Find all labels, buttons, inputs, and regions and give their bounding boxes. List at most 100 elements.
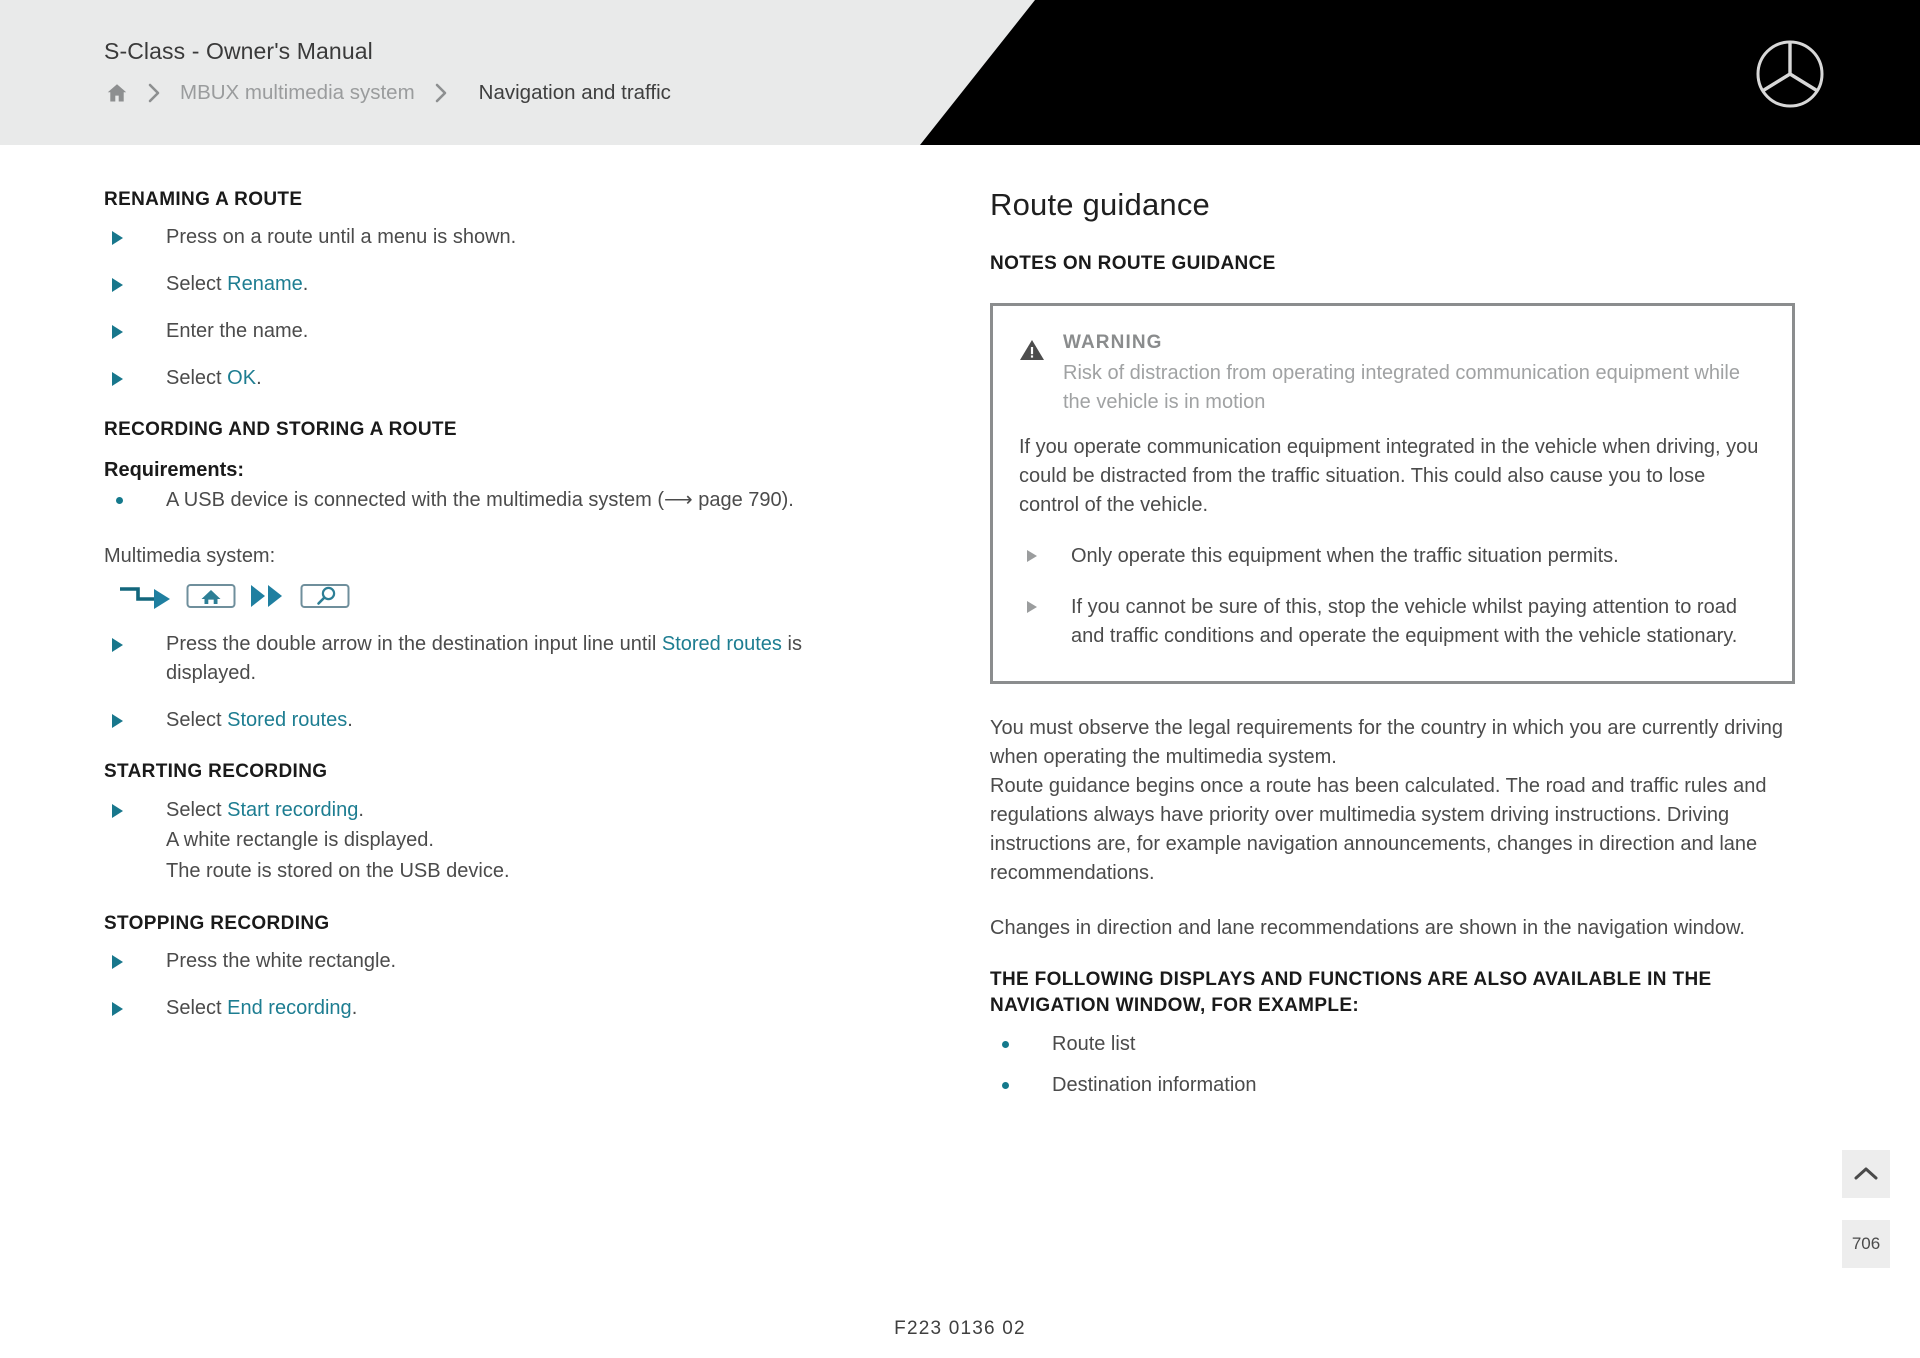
list-item: Route list — [990, 1030, 1795, 1059]
list-item: Destination information — [990, 1071, 1795, 1100]
triangle-bullet-icon — [1027, 550, 1037, 563]
page-content: RENAMING A ROUTE Press on a route until … — [0, 145, 1920, 1358]
warning-action-text: Only operate this equipment when the tra… — [1071, 545, 1619, 568]
triangle-bullet-icon — [112, 638, 123, 653]
dot-bullet-icon — [1002, 1081, 1009, 1089]
step-item: Press the double arrow in the destinatio… — [104, 630, 804, 688]
available-functions-list: Route list Destination information — [990, 1030, 1795, 1100]
stepped-arrow-icon — [118, 581, 174, 611]
heading-recording-and-storing: RECORDING AND STORING A ROUTE — [104, 419, 457, 441]
step-text: Press on a route until a menu is shown. — [166, 226, 517, 249]
icon-path-sequence — [104, 576, 804, 616]
home-icon[interactable] — [104, 80, 130, 106]
list-item-label: Destination information — [1052, 1073, 1257, 1096]
chevron-right-icon-2 — [417, 80, 465, 106]
heading-notes-on-route-guidance: NOTES ON ROUTE GUIDANCE — [990, 253, 1276, 274]
heading-stopping-recording: STOPPING RECORDING — [104, 912, 330, 934]
step-item: Select Rename. — [104, 270, 804, 299]
ui-reference-stored-routes[interactable]: Stored routes — [662, 633, 782, 655]
left-column: RENAMING A ROUTE Press on a route until … — [104, 187, 804, 1023]
step-text: Enter the name. — [166, 320, 309, 343]
ui-reference-stored-routes-2[interactable]: Stored routes — [227, 709, 347, 731]
dot-bullet-icon — [1002, 1040, 1009, 1048]
document-code: F223 0136 02 — [894, 1318, 1026, 1339]
requirements-label: Requirements: — [104, 459, 245, 482]
warning-label: WARNING — [1063, 332, 1163, 354]
steps-recording-storing: Press the double arrow in the destinatio… — [104, 630, 804, 735]
triangle-bullet-icon — [112, 954, 123, 969]
step-text: Select — [166, 367, 228, 390]
warning-action-item: If you cannot be sure of this, stop the … — [1019, 593, 1762, 651]
step-suffix: . — [347, 709, 353, 732]
steps-renaming-a-route: Press on a route until a menu is shown. … — [104, 223, 804, 393]
triangle-bullet-icon — [112, 231, 123, 246]
heading-following-displays: THE FOLLOWING DISPLAYS AND FUNCTIONS ARE… — [990, 969, 1712, 1017]
step-suffix: . — [256, 367, 262, 390]
step-text: Select — [166, 709, 228, 732]
ui-reference-start-recording[interactable]: Start recording — [227, 799, 358, 821]
step-text: Select — [166, 798, 228, 821]
steps-stopping-recording: Press the white rectangle. Select End re… — [104, 947, 804, 1023]
step-suffix: . — [302, 273, 309, 296]
multimedia-system-label: Multimedia system: — [104, 545, 276, 568]
warning-subtitle: Risk of distraction from operating integ… — [1063, 362, 1741, 414]
step-item: Press on a route until a menu is shown. — [104, 223, 804, 252]
step-item: Press the white rectangle. — [104, 947, 804, 976]
step-item: Select OK. — [104, 364, 804, 393]
breadcrumb-item-mbux[interactable]: MBUX multimedia system — [178, 81, 417, 105]
step-item: Enter the name. — [104, 317, 804, 346]
right-column: Route guidance NOTES ON ROUTE GUIDANCE W… — [990, 187, 1795, 1112]
requirement-text: A USB device is connected with the multi… — [166, 489, 794, 512]
warning-action-item: Only operate this equipment when the tra… — [1019, 542, 1762, 571]
mercedes-benz-star-logo — [1754, 38, 1826, 110]
home-in-frame-icon — [186, 581, 236, 611]
page-title: Route guidance — [990, 187, 1210, 222]
heading-renaming-a-route: RENAMING A ROUTE — [104, 189, 303, 210]
warning-action-text: If you cannot be sure of this, stop the … — [1071, 596, 1738, 648]
step-suffix: . — [358, 798, 364, 821]
result-line-1: A white rectangle is displayed. — [166, 828, 434, 851]
step-text: Press the white rectangle. — [166, 949, 397, 972]
scroll-to-top-button[interactable] — [1842, 1150, 1890, 1198]
triangle-bullet-icon — [112, 803, 123, 818]
step-text: Select — [166, 996, 228, 1019]
breadcrumb: MBUX multimedia system Navigation and tr… — [104, 80, 673, 106]
breadcrumb-item-current: Navigation and traffic — [478, 81, 671, 104]
ui-reference-rename[interactable]: Rename — [227, 273, 303, 295]
triangle-bullet-icon — [112, 325, 123, 340]
triangle-bullet-icon — [112, 372, 123, 387]
triangle-bullet-icon — [112, 1001, 123, 1016]
page-number-badge: 706 — [1842, 1220, 1890, 1268]
triangle-bullet-icon — [112, 278, 123, 293]
paragraph-lane-recommendations: Changes in direction and lane recommenda… — [990, 917, 1745, 940]
triangle-bullet-icon — [112, 714, 123, 729]
step-text: Press the double arrow in the destinatio… — [166, 633, 662, 656]
warning-triangle-icon — [1019, 332, 1063, 362]
heading-starting-recording: STARTING RECORDING — [104, 761, 328, 783]
side-controls: 706 — [1842, 1150, 1890, 1268]
step-text: Select — [166, 273, 228, 296]
manual-title: S-Class - Owner's Manual — [104, 38, 373, 64]
paragraph-legal-requirements: You must observe the legal requirements … — [990, 717, 1783, 885]
list-item: A USB device is connected with the multi… — [104, 486, 804, 515]
warning-box: WARNING Risk of distraction from operati… — [990, 303, 1795, 685]
result-line-2: The route is stored on the USB device. — [166, 859, 510, 882]
warning-header: WARNING Risk of distraction from operati… — [1019, 332, 1762, 417]
step-item: Select Start recording. — [104, 796, 804, 825]
double-chevron-icon — [248, 581, 288, 611]
manual-page: S-Class - Owner's Manual MBUX multimedia… — [0, 0, 1920, 1358]
list-item-label: Route list — [1052, 1032, 1136, 1055]
step-suffix: . — [351, 996, 358, 1019]
triangle-bullet-icon — [1027, 601, 1037, 614]
ui-reference-end-recording[interactable]: End recording — [227, 997, 352, 1019]
warning-text-block: WARNING Risk of distraction from operati… — [1063, 332, 1762, 417]
dot-bullet-icon — [116, 497, 123, 505]
chevron-right-icon — [130, 80, 178, 106]
step-item: Select End recording. — [104, 994, 804, 1023]
magnifier-in-frame-icon — [300, 581, 350, 611]
ui-reference-ok[interactable]: OK — [227, 367, 256, 389]
warning-actions-list: Only operate this equipment when the tra… — [1019, 542, 1762, 651]
requirements-list: A USB device is connected with the multi… — [104, 486, 804, 515]
page-header: S-Class - Owner's Manual MBUX multimedia… — [0, 0, 1920, 145]
step-item: Select Stored routes. — [104, 706, 804, 735]
